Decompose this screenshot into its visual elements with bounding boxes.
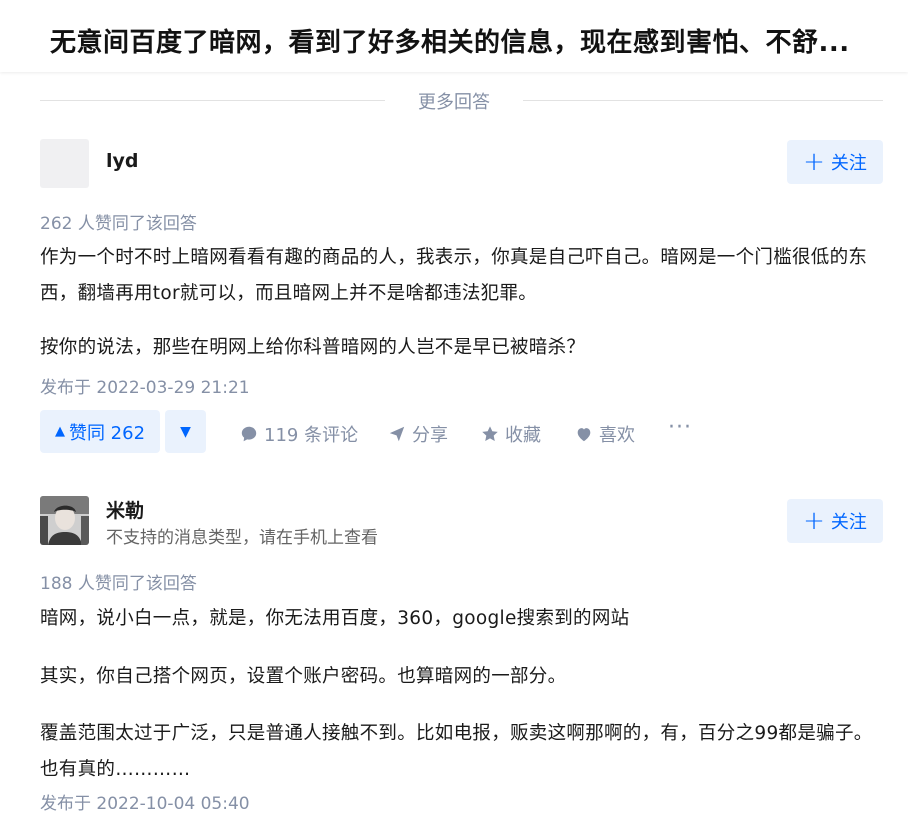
comment-icon	[241, 426, 257, 442]
follow-button[interactable]: + 关注	[787, 140, 883, 184]
author-name[interactable]: lyd	[106, 150, 139, 172]
question-title[interactable]: 无意间百度了暗网，看到了好多相关的信息，现在感到害怕、不舒...	[50, 22, 905, 59]
question-header: 无意间百度了暗网，看到了好多相关的信息，现在感到害怕、不舒...	[0, 0, 908, 72]
more-actions-button[interactable]: ···	[668, 415, 692, 440]
upvote-button[interactable]: ▲ 赞同 262	[40, 410, 160, 453]
answer-paragraph: 覆盖范围太过于广泛，只是普通人接触不到。比如电报，贩卖这啊那啊的，有，百分之99…	[40, 723, 873, 780]
author-name[interactable]: 米勒	[106, 496, 144, 523]
follow-label: 关注	[830, 512, 867, 533]
star-icon	[482, 426, 498, 442]
follow-label: 关注	[830, 153, 867, 174]
share-label: 分享	[412, 425, 448, 446]
triangle-up-icon: ▲	[54, 424, 65, 439]
more-answers-label[interactable]: 更多回答	[385, 88, 523, 114]
more-answers-divider: 更多回答	[40, 88, 883, 114]
publish-time[interactable]: 发布于 2022-03-29 21:21	[40, 373, 250, 398]
publish-time[interactable]: 发布于 2022-10-04 05:40	[40, 789, 250, 814]
author-bio: 不支持的消息类型，请在手机上查看	[106, 528, 378, 548]
collect-label: 收藏	[505, 425, 541, 446]
vote-count-text: 188 人赞同了该回答	[40, 574, 197, 594]
divider-line-left	[40, 100, 385, 101]
answer-paragraph: 其实，你自己搭个网页，设置个账户密码。也算暗网的一部分。	[40, 666, 567, 687]
answer-paragraph: 作为一个时不时上暗网看看有趣的商品的人，我表示，你真是自己吓自己。暗网是一个门槛…	[40, 247, 868, 304]
divider-line-right	[523, 100, 883, 101]
avatar[interactable]	[40, 139, 89, 188]
plus-icon: +	[803, 506, 825, 536]
share-icon	[389, 426, 405, 442]
triangle-down-icon: ▼	[180, 423, 191, 440]
downvote-button[interactable]: ▼	[165, 410, 206, 453]
person-photo-icon	[40, 496, 89, 545]
follow-button[interactable]: + 关注	[787, 499, 883, 543]
like-button[interactable]: 喜欢	[575, 421, 635, 447]
answer-paragraph: 按你的说法，那些在明网上给你科普暗网的人岂不是早已被暗杀？	[40, 337, 586, 358]
like-label: 喜欢	[599, 425, 635, 446]
upvote-label: 赞同 262	[68, 422, 146, 444]
share-button[interactable]: 分享	[388, 421, 448, 447]
comment-count: 119 条评论	[264, 425, 359, 446]
comment-button[interactable]: 119 条评论	[240, 421, 358, 447]
answer-paragraph: 暗网，说小白一点，就是，你无法用百度，360，google搜索到的网站	[40, 608, 630, 629]
avatar[interactable]	[40, 496, 89, 545]
vote-count-text: 262 人赞同了该回答	[40, 214, 197, 234]
collect-button[interactable]: 收藏	[481, 421, 541, 447]
heart-icon	[577, 428, 591, 442]
plus-icon: +	[803, 147, 825, 177]
